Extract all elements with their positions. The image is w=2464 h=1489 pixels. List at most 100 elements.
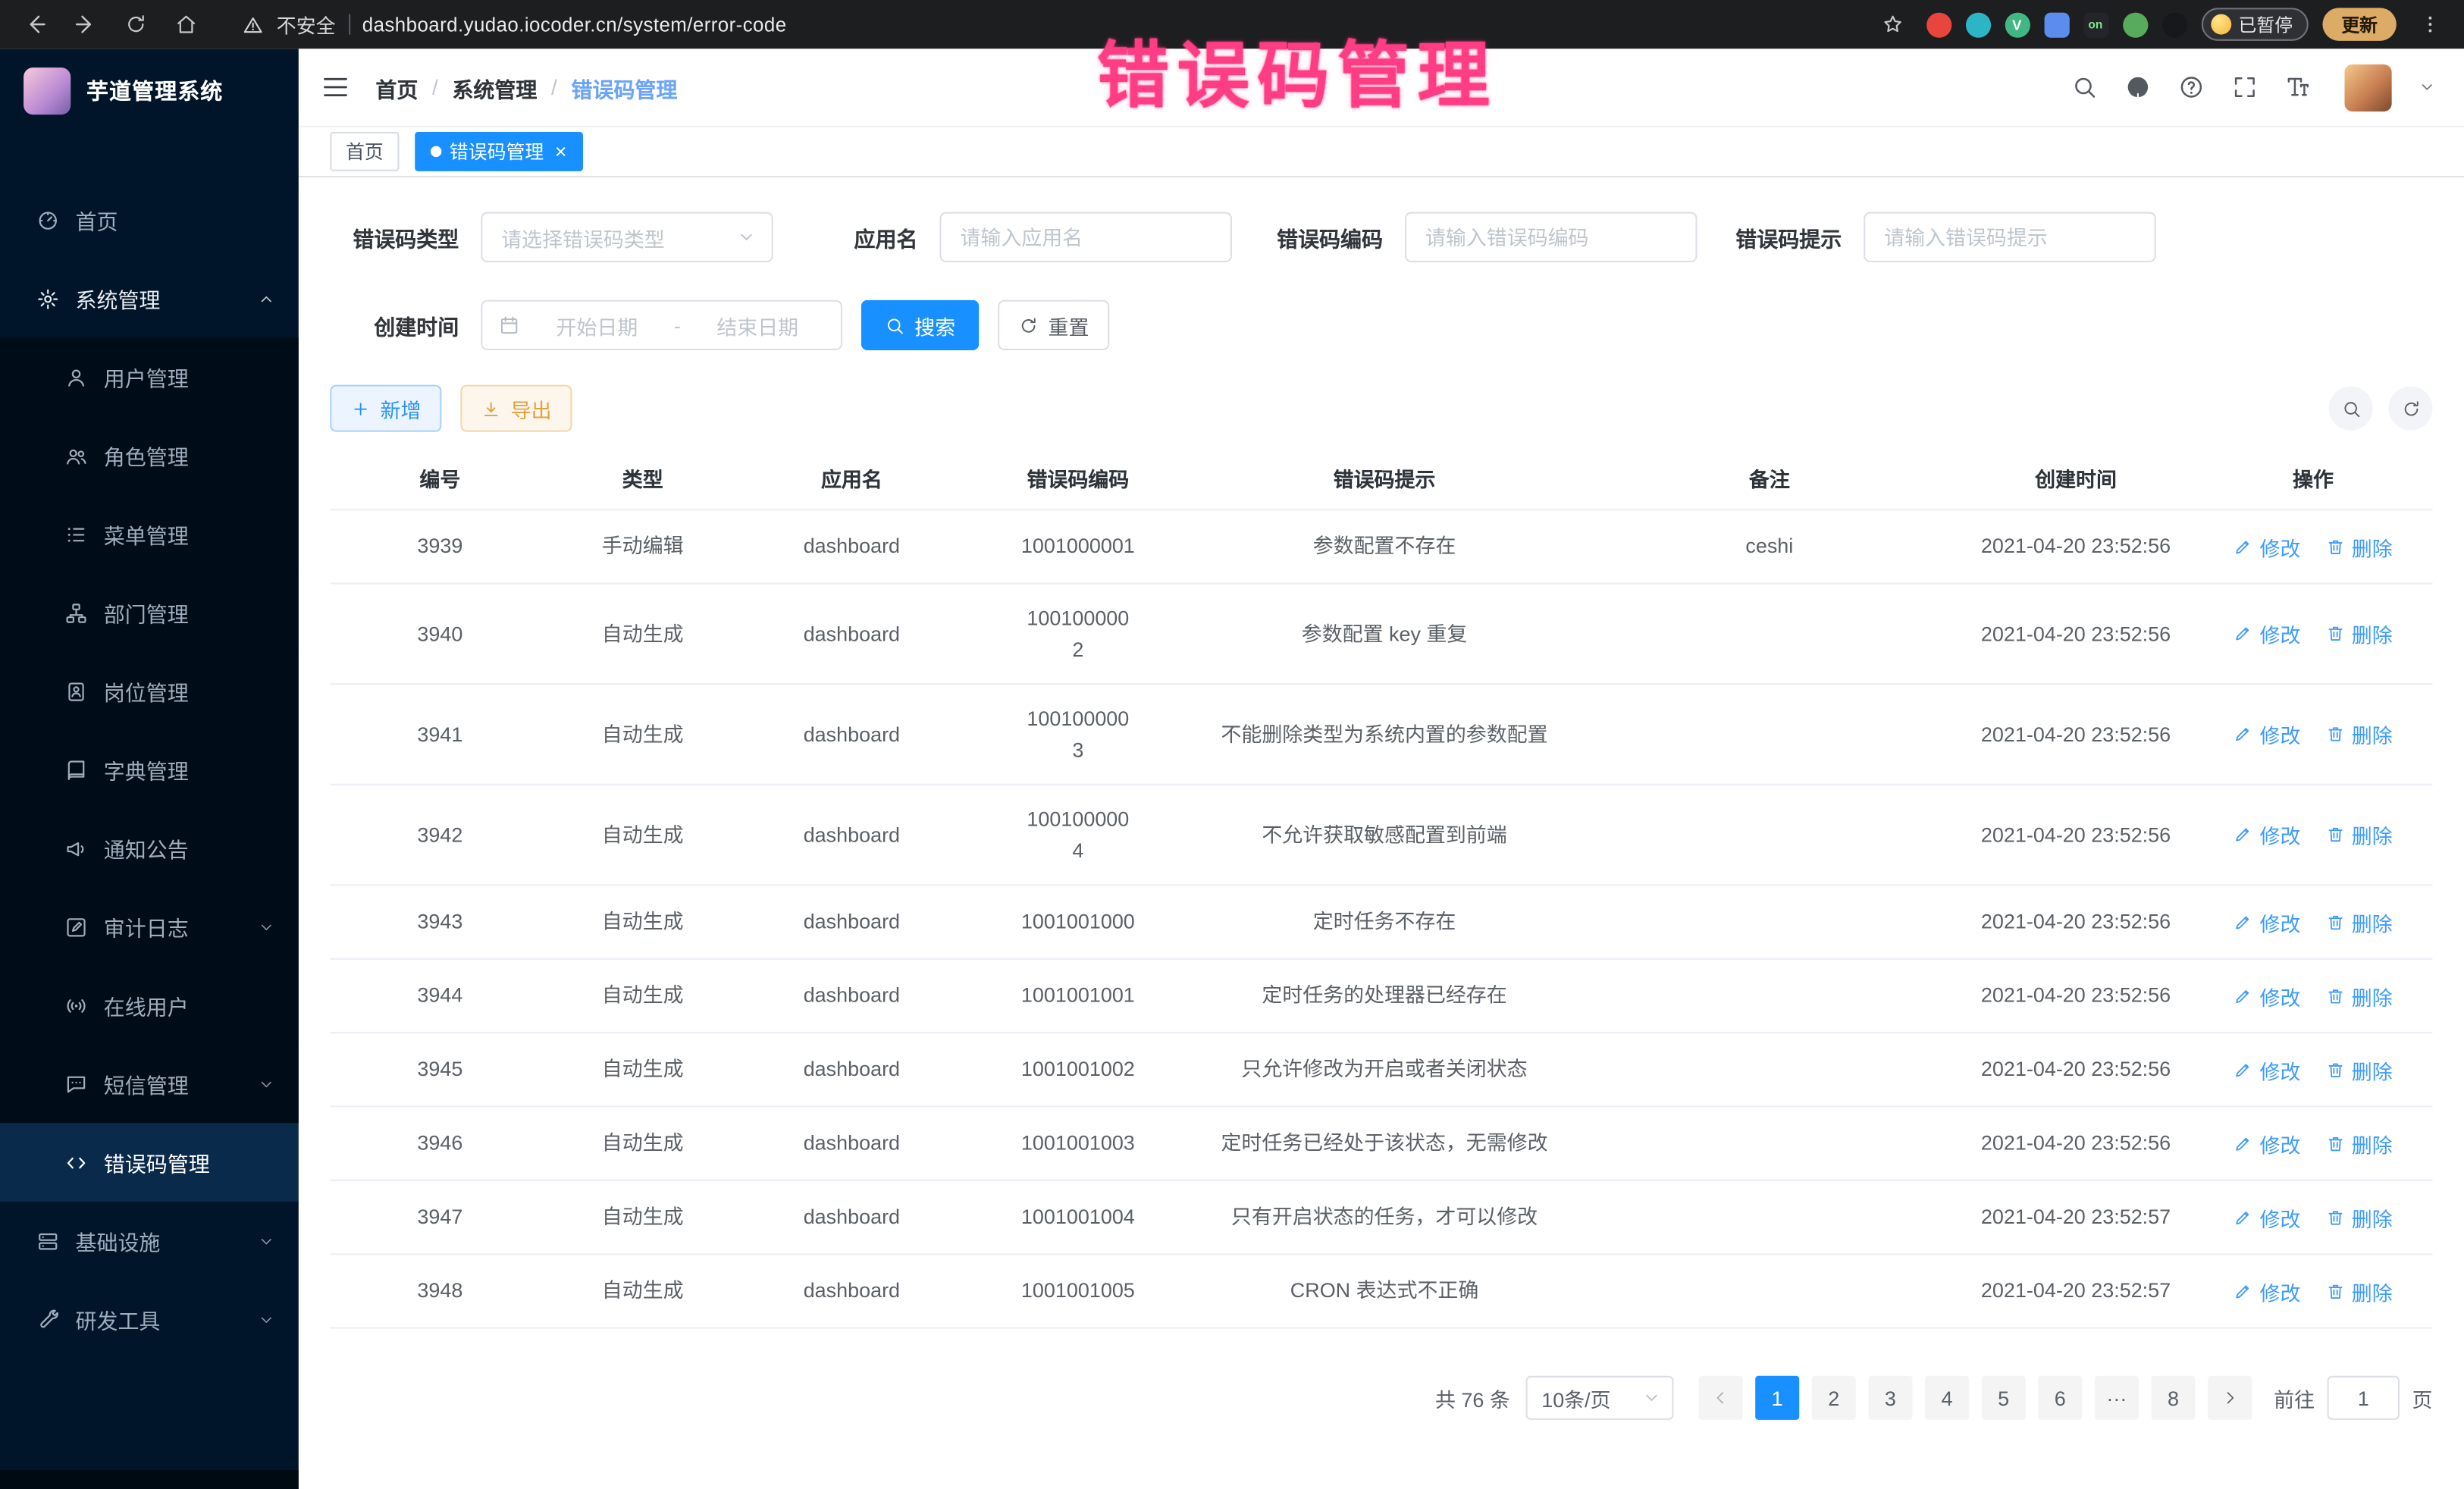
- delete-link[interactable]: 删除: [2326, 619, 2393, 648]
- goto-page-input[interactable]: [2328, 1376, 2400, 1420]
- sidebar-item-label: 短信管理: [104, 1068, 189, 1099]
- export-button[interactable]: 导出: [460, 385, 572, 432]
- pagination-page-3[interactable]: 3: [1868, 1376, 1912, 1420]
- pagination-next-button[interactable]: [2208, 1376, 2252, 1420]
- breadcrumb-home[interactable]: 首页: [375, 71, 418, 102]
- tab-home[interactable]: 首页: [330, 132, 399, 171]
- edit-link[interactable]: 修改: [2234, 907, 2300, 936]
- sidebar-item-online-user[interactable]: 在线用户: [0, 966, 299, 1045]
- sidebar-item-menu[interactable]: 菜单管理: [0, 495, 299, 574]
- sidebar-item-dict[interactable]: 字典管理: [0, 730, 299, 809]
- sidebar-item-user[interactable]: 用户管理: [0, 337, 299, 416]
- dark-pin-extension-icon[interactable]: [2161, 12, 2187, 37]
- sidebar-item-error-code[interactable]: 错误码管理: [0, 1123, 299, 1202]
- vue-devtools-extension-icon[interactable]: V: [2005, 12, 2030, 37]
- reload-icon[interactable]: [116, 5, 154, 43]
- sidebar-logo[interactable]: 芋道管理系统: [0, 49, 299, 132]
- delete-link[interactable]: 删除: [2326, 1129, 2393, 1158]
- app-name-input[interactable]: [939, 212, 1232, 262]
- reset-button[interactable]: 重置: [998, 300, 1109, 350]
- sidebar-item-role[interactable]: 角色管理: [0, 416, 299, 495]
- edit-link[interactable]: 修改: [2234, 820, 2300, 849]
- page-size-select[interactable]: 10条/页: [1526, 1376, 1674, 1420]
- toggle-search-button[interactable]: [2329, 387, 2373, 431]
- pagination-page-4[interactable]: 4: [1925, 1376, 1969, 1420]
- pagination-page-5[interactable]: 5: [1982, 1376, 2026, 1420]
- cell-actions: 修改 删除: [2193, 701, 2432, 768]
- tab-close-icon[interactable]: ×: [555, 141, 567, 161]
- paused-badge[interactable]: 已暂停: [2201, 8, 2309, 41]
- red-circle-extension-icon[interactable]: [1926, 12, 1951, 37]
- search-icon[interactable]: [2071, 74, 2098, 100]
- tab-error-code[interactable]: 错误码管理 ×: [415, 132, 582, 171]
- edit-link[interactable]: 修改: [2234, 1055, 2300, 1084]
- table-row: 3948 自动生成 dashboard 1001001005 CRON 表达式不…: [330, 1255, 2432, 1328]
- blue-grid-extension-icon[interactable]: [2044, 12, 2069, 37]
- cell-app: dashboard: [735, 1109, 968, 1177]
- pagination-page-1[interactable]: 1: [1755, 1376, 1799, 1420]
- error-hint-input[interactable]: [1864, 212, 2156, 262]
- sidebar-item-notice[interactable]: 通知公告: [0, 809, 299, 888]
- edit-link[interactable]: 修改: [2234, 531, 2300, 561]
- user-avatar[interactable]: [2344, 64, 2391, 111]
- create-time-range-picker[interactable]: 开始日期 - 结束日期: [481, 300, 842, 350]
- pagination-page-6[interactable]: 6: [2038, 1376, 2082, 1420]
- forward-icon[interactable]: [66, 5, 104, 43]
- delete-link[interactable]: 删除: [2326, 1202, 2393, 1232]
- pagination-page-2[interactable]: 2: [1812, 1376, 1856, 1420]
- edit-link[interactable]: 修改: [2234, 1129, 2300, 1158]
- help-icon[interactable]: [2178, 74, 2205, 100]
- edit-link[interactable]: 修改: [2234, 619, 2300, 648]
- search-button[interactable]: 搜索: [861, 300, 979, 350]
- chevron-down-icon: [258, 1075, 275, 1092]
- edit-link[interactable]: 修改: [2234, 981, 2300, 1011]
- sidebar-item-post[interactable]: 岗位管理: [0, 652, 299, 731]
- pencil-icon: [2234, 986, 2253, 1006]
- error-type-select[interactable]: 请选择错误码类型: [481, 212, 773, 262]
- font-size-icon[interactable]: [2285, 74, 2312, 100]
- chevron-down-icon[interactable]: [2419, 79, 2436, 96]
- edit-link[interactable]: 修改: [2234, 1202, 2300, 1232]
- sidebar-item-system[interactable]: 系统管理: [0, 259, 299, 338]
- refresh-table-button[interactable]: [2389, 387, 2433, 431]
- fullscreen-icon[interactable]: [2231, 74, 2258, 100]
- sidebar-item-infra[interactable]: 基础设施: [0, 1202, 299, 1281]
- delete-link[interactable]: 删除: [2326, 820, 2393, 849]
- cell-actions: 修改 删除: [2193, 962, 2432, 1030]
- sidebar-item-devtools[interactable]: 研发工具: [0, 1280, 299, 1359]
- edit-link[interactable]: 修改: [2234, 719, 2300, 749]
- delete-link[interactable]: 删除: [2326, 1276, 2393, 1306]
- add-button[interactable]: 新增: [330, 385, 441, 432]
- delete-link[interactable]: 删除: [2326, 981, 2393, 1011]
- pagination-more-button[interactable]: ···: [2095, 1376, 2139, 1420]
- home-icon[interactable]: [167, 5, 205, 43]
- address-bar[interactable]: 不安全 dashboard.yudao.iocoder.cn/system/er…: [242, 9, 786, 39]
- browser-menu-icon[interactable]: [2411, 5, 2449, 43]
- delete-link[interactable]: 删除: [2326, 1055, 2393, 1084]
- edit-link-label: 修改: [2260, 1202, 2301, 1232]
- delete-link[interactable]: 删除: [2326, 719, 2393, 749]
- pagination-prev-button[interactable]: [1699, 1376, 1743, 1420]
- edit-link[interactable]: 修改: [2234, 1276, 2300, 1306]
- switch-on-extension-icon[interactable]: on: [2083, 12, 2108, 37]
- delete-link[interactable]: 删除: [2326, 907, 2393, 936]
- sidebar-item-label: 错误码管理: [104, 1146, 210, 1177]
- sidebar-item-sms[interactable]: 短信管理: [0, 1045, 299, 1124]
- cell-remark: [1581, 615, 1958, 653]
- delete-link[interactable]: 删除: [2326, 531, 2393, 561]
- error-code-input[interactable]: [1405, 212, 1698, 262]
- update-button[interactable]: 更新: [2322, 8, 2396, 41]
- teal-drop-extension-icon[interactable]: [1965, 12, 1990, 37]
- pagination-page-8[interactable]: 8: [2151, 1376, 2195, 1420]
- sidebar-item-audit-log[interactable]: 审计日志: [0, 888, 299, 967]
- breadcrumb-system[interactable]: 系统管理: [452, 71, 537, 102]
- range-separator: -: [674, 313, 681, 337]
- back-icon[interactable]: [16, 5, 54, 43]
- sidebar-item-home[interactable]: 首页: [0, 180, 299, 259]
- sidebar-item-dept[interactable]: 部门管理: [0, 573, 299, 652]
- github-icon[interactable]: [2124, 74, 2151, 100]
- green-extension-icon[interactable]: [2122, 12, 2147, 37]
- browser-chrome: 不安全 dashboard.yudao.iocoder.cn/system/er…: [0, 0, 2464, 49]
- bookmark-star-icon[interactable]: [1874, 5, 1912, 43]
- collapse-sidebar-icon[interactable]: [321, 72, 350, 102]
